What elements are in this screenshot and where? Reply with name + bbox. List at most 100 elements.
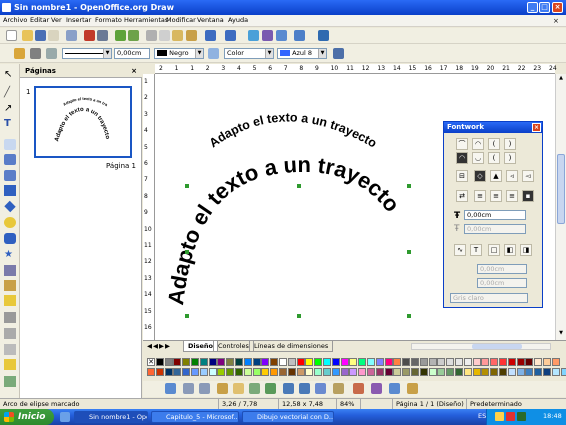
callout-icon[interactable] xyxy=(4,233,16,244)
selection-handle[interactable] xyxy=(297,314,301,318)
undo-icon[interactable] xyxy=(205,30,216,41)
color-swatch[interactable] xyxy=(490,358,499,366)
color-swatch[interactable] xyxy=(314,358,323,366)
horizontal-scrollbar[interactable] xyxy=(411,343,551,350)
paste-icon[interactable] xyxy=(172,30,183,41)
text-frame-icon[interactable]: T xyxy=(470,244,482,256)
page-thumbnail[interactable]: Adapto el texto a un trayecto Adapto el … xyxy=(34,84,132,158)
color-swatch[interactable] xyxy=(235,368,243,376)
navigator-icon[interactable] xyxy=(276,30,287,41)
color-swatch[interactable] xyxy=(191,358,199,366)
orientation-icon[interactable]: ⇄ xyxy=(456,190,468,202)
shape-arc-right-icon[interactable]: ) xyxy=(504,138,516,150)
color-swatch[interactable] xyxy=(147,368,155,376)
align-right-icon[interactable]: ≡ xyxy=(506,190,518,202)
selection-handle[interactable] xyxy=(185,314,189,318)
rotate-text-icon[interactable]: ◇ xyxy=(474,170,486,182)
exit-group-icon[interactable] xyxy=(265,383,276,394)
diamond-icon[interactable] xyxy=(4,200,16,213)
lines-arrows-icon[interactable] xyxy=(4,170,16,181)
vertical-scrollbar[interactable]: ▲ ▼ xyxy=(555,74,566,340)
color-swatch[interactable] xyxy=(164,358,173,366)
hscroll-thumb[interactable] xyxy=(472,344,522,349)
enter-group-icon[interactable] xyxy=(249,383,260,394)
color-swatch[interactable] xyxy=(367,368,375,376)
color-swatch[interactable] xyxy=(499,368,507,376)
new-icon[interactable] xyxy=(6,30,17,41)
clock[interactable]: 18:48 xyxy=(543,412,562,420)
points-icon[interactable] xyxy=(4,265,16,276)
shadow-y-field[interactable]: 0,00cm xyxy=(477,278,527,288)
copy-icon[interactable] xyxy=(159,30,170,41)
color-swatch[interactable] xyxy=(252,358,261,366)
slant-v-icon[interactable]: ◅ xyxy=(522,170,534,182)
color-swatch[interactable] xyxy=(199,368,208,376)
align-icon[interactable] xyxy=(183,383,194,394)
fontwork-small-text[interactable]: Adapto el texto a un trayecto xyxy=(207,110,380,150)
color-swatch[interactable] xyxy=(402,358,411,366)
task-openoffice-draw[interactable]: Sin nombre1 - OpenO... xyxy=(74,411,148,423)
contour-icon[interactable]: ∿ xyxy=(454,244,466,256)
color-swatch[interactable] xyxy=(507,368,516,376)
color-swatch[interactable] xyxy=(182,358,191,366)
color-swatch[interactable] xyxy=(481,368,490,376)
tab-nav-icon[interactable]: ◀◀▶▶ xyxy=(147,342,171,350)
color-swatch[interactable] xyxy=(384,368,393,376)
window-titlebar[interactable]: Sin nombre1 - OpenOffice.org Draw _ □ × xyxy=(0,0,566,15)
color-swatch[interactable] xyxy=(340,368,349,376)
color-swatch[interactable] xyxy=(217,368,226,376)
color-swatch[interactable] xyxy=(261,368,270,376)
color-swatch[interactable] xyxy=(261,358,270,366)
menu-ventana[interactable]: Ventana xyxy=(197,16,224,24)
color-swatch[interactable] xyxy=(182,368,191,376)
color-swatch[interactable] xyxy=(402,368,411,376)
edit-file-icon[interactable] xyxy=(66,30,77,41)
horizontal-ruler[interactable]: 2 1 1 2 3 4 5 6 7 8 9 10 11 12 13 14 15 16 17 18 19 20 21 22 23 2… xyxy=(155,64,557,74)
color-swatch[interactable] xyxy=(551,368,560,376)
color-swatch[interactable] xyxy=(331,358,340,366)
tray-app-icon[interactable] xyxy=(495,412,504,421)
glue-points-icon[interactable] xyxy=(4,280,16,291)
print-icon[interactable] xyxy=(97,30,108,41)
color-swatch[interactable] xyxy=(463,358,472,366)
help-icon[interactable] xyxy=(318,30,329,41)
color-swatch[interactable] xyxy=(323,368,331,376)
slant-h-icon[interactable]: ◃ xyxy=(506,170,518,182)
color-swatch[interactable] xyxy=(199,358,208,366)
line-color-select[interactable]: Negro ▼ xyxy=(154,48,204,59)
color-swatch[interactable] xyxy=(446,358,455,366)
vertical-shadow-icon[interactable]: ◧ xyxy=(504,244,516,256)
shape-open-circle-left-icon[interactable]: ( xyxy=(488,152,500,164)
select-icon[interactable]: ↖ xyxy=(4,70,16,81)
color-swatch[interactable] xyxy=(499,358,507,366)
color-swatch[interactable] xyxy=(279,368,287,376)
color-swatch[interactable] xyxy=(155,368,164,376)
menu-ayuda[interactable]: Ayuda xyxy=(228,16,248,24)
vertical-ruler[interactable]: 1 2 3 4 5 6 7 8 9 10 11 12 13 14 15 16 xyxy=(143,74,155,340)
color-swatch[interactable] xyxy=(525,368,534,376)
menu-modificar[interactable]: Modificar xyxy=(166,16,196,24)
scroll-up-icon[interactable]: ▲ xyxy=(557,75,565,83)
shape-open-circle-right-icon[interactable]: ) xyxy=(504,152,516,164)
shape-arc-left-icon[interactable]: ( xyxy=(488,138,500,150)
color-swatch[interactable] xyxy=(455,358,463,366)
selection-handle[interactable] xyxy=(185,250,189,254)
maximize-icon[interactable]: □ xyxy=(539,2,550,13)
color-swatch[interactable] xyxy=(305,358,314,366)
color-swatch[interactable] xyxy=(481,358,490,366)
color-swatch[interactable] xyxy=(446,368,455,376)
autosize-text-icon[interactable]: ▪ xyxy=(522,190,534,202)
color-swatch[interactable] xyxy=(419,358,428,366)
line-icon[interactable] xyxy=(30,48,41,59)
table-icon[interactable] xyxy=(262,30,273,41)
color-swatch[interactable] xyxy=(243,358,252,366)
from-file-icon[interactable] xyxy=(4,312,16,323)
tray-network-icon[interactable] xyxy=(517,412,526,421)
area-icon[interactable] xyxy=(208,48,219,59)
fontwork-bottom-icon[interactable] xyxy=(407,383,418,394)
fill-type-select[interactable]: Color ▼ xyxy=(224,48,274,59)
color-swatch[interactable] xyxy=(507,358,516,366)
line-tool-icon[interactable]: ╱ xyxy=(4,88,16,99)
color-swatch[interactable] xyxy=(411,368,419,376)
menu-formato[interactable]: Formato xyxy=(95,16,122,24)
